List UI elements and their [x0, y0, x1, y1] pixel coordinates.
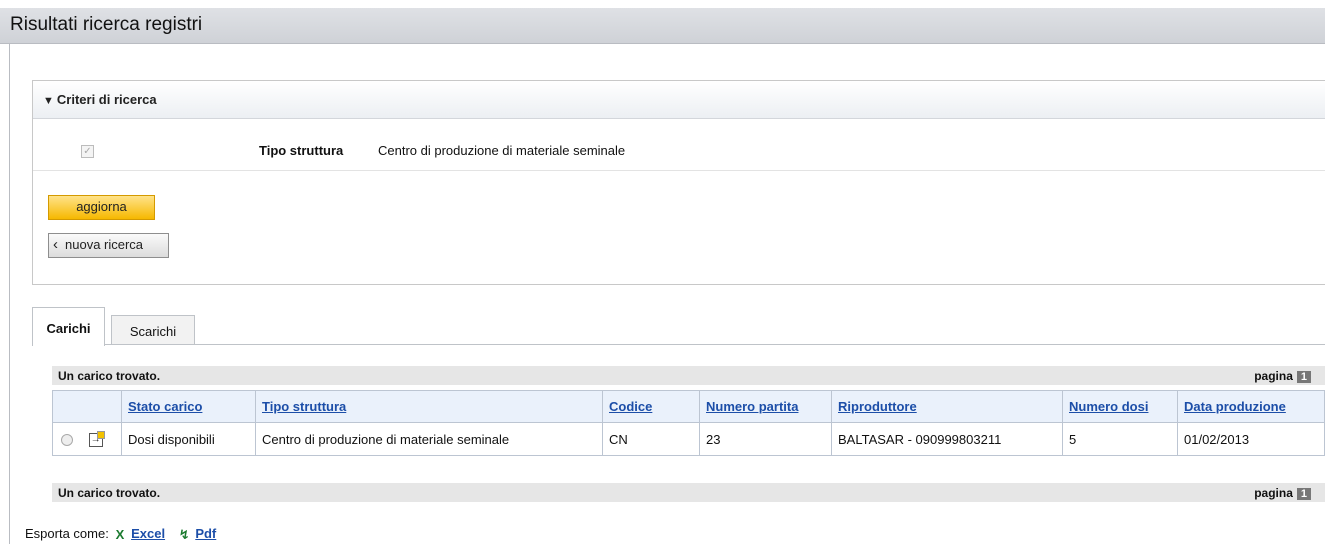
results-summary: Un carico trovato.	[58, 486, 161, 500]
export-label: Esporta come:	[25, 526, 109, 541]
table-cell: 01/02/2013	[1177, 422, 1325, 456]
criteria-row: ✓ Tipo struttura Centro di produzione di…	[33, 131, 1325, 171]
excel-icon[interactable]: X	[112, 527, 127, 542]
table-cell: CN	[602, 422, 700, 456]
page-number[interactable]: 1	[1296, 488, 1311, 500]
column-header[interactable]: Codice	[602, 390, 700, 423]
nuova-ricerca-label: nuova ricerca	[65, 237, 144, 252]
tab-scarichi[interactable]: Scarichi	[111, 315, 195, 345]
criteria-value: Centro di produzione di materiale semina…	[378, 143, 626, 158]
frame-border	[9, 44, 10, 544]
table-cell: Centro di produzione di materiale semina…	[255, 422, 603, 456]
table-header-row: Stato carico Tipo struttura Codice Numer…	[52, 390, 1325, 423]
page-number[interactable]: 1	[1296, 371, 1311, 383]
select-column-header	[52, 390, 122, 423]
criteria-checkbox[interactable]: ✓	[81, 145, 94, 158]
tab-divider	[105, 344, 1325, 345]
criteria-header[interactable]: ▼ Criteri di ricerca	[33, 81, 1325, 119]
row-radio[interactable]	[61, 433, 73, 446]
search-criteria-panel: ▼ Criteri di ricerca ✓ Tipo struttura Cen…	[32, 80, 1325, 285]
tab-carichi[interactable]: Carichi	[32, 307, 105, 346]
table-cell: Dosi disponibili	[121, 422, 256, 456]
row-actions: →	[52, 422, 122, 456]
criteria-label: Tipo struttura	[259, 143, 344, 158]
criteria-header-label: Criteri di ricerca	[56, 92, 157, 107]
pagination: pagina 1	[1254, 486, 1311, 500]
column-header[interactable]: Stato carico	[121, 390, 256, 423]
results-info-bottom: Un carico trovato. pagina 1	[52, 483, 1325, 502]
table-row: → Dosi disponibili Centro di produzione …	[52, 422, 1325, 456]
results-table: Stato carico Tipo struttura Codice Numer…	[52, 390, 1325, 456]
page-title: Risultati ricerca registri	[10, 14, 203, 35]
export-pdf-link[interactable]: Pdf	[195, 526, 216, 541]
column-header[interactable]: Data produzione	[1177, 390, 1325, 423]
pagination: pagina 1	[1254, 369, 1311, 383]
table-cell: 23	[699, 422, 832, 456]
column-header[interactable]: Numero dosi	[1062, 390, 1178, 423]
table-cell: BALTASAR - 090999803211	[831, 422, 1063, 456]
detail-icon[interactable]: →	[88, 430, 105, 447]
title-bar: Risultati ricerca registri	[0, 8, 1325, 44]
pagina-label: pagina	[1254, 486, 1293, 500]
export-excel-link[interactable]: Excel	[131, 526, 165, 541]
column-header[interactable]: Tipo struttura	[255, 390, 603, 423]
back-chevron-icon: ‹	[53, 236, 58, 253]
pagina-label: pagina	[1254, 369, 1293, 383]
results-info-top: Un carico trovato. pagina 1	[52, 366, 1325, 385]
collapse-triangle-icon[interactable]: ▼	[43, 95, 54, 107]
column-header[interactable]: Numero partita	[699, 390, 832, 423]
nuova-ricerca-button[interactable]: ‹ nuova ricerca	[48, 233, 169, 258]
results-summary: Un carico trovato.	[58, 369, 161, 383]
aggiorna-button[interactable]: aggiorna	[48, 195, 155, 220]
pdf-icon[interactable]: ↯	[177, 527, 192, 542]
table-cell: 5	[1062, 422, 1178, 456]
column-header[interactable]: Riproduttore	[831, 390, 1063, 423]
export-bar: Esporta come: X Excel ↯ Pdf	[25, 526, 216, 542]
